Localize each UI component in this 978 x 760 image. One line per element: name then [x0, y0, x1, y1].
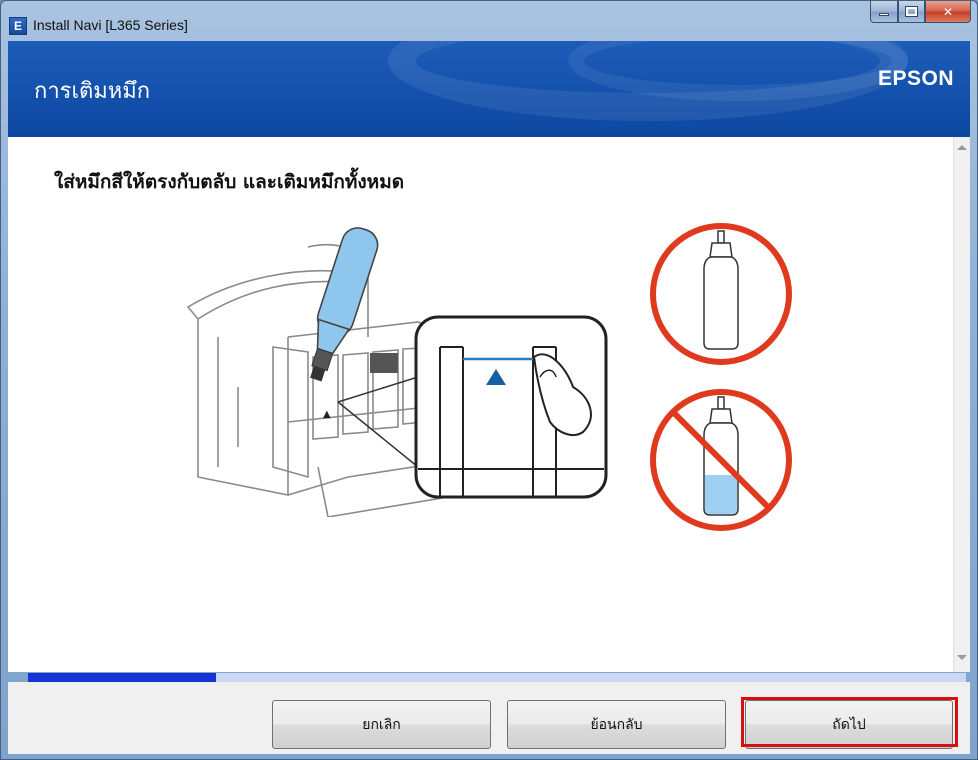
main-content: ใส่หมึกสีให้ตรงกับตลับ และเติมหมึกทั้งหม…	[8, 137, 970, 672]
installer-window: E Install Navi [L365 Series] ✕ การเติมหม…	[0, 0, 978, 760]
instruction-text: ใส่หมึกสีให้ตรงกับตลับ และเติมหมึกทั้งหม…	[54, 171, 405, 193]
correct-full-bottle-icon	[650, 223, 792, 365]
window-controls: ✕	[870, 1, 971, 23]
back-button[interactable]: ย้อนกลับ	[507, 700, 726, 749]
maximize-button[interactable]	[898, 1, 925, 23]
vertical-scrollbar[interactable]	[953, 137, 970, 672]
scroll-up-arrow-icon[interactable]	[957, 145, 967, 150]
close-icon: ✕	[942, 4, 954, 19]
ink-refill-illustration: ▲	[186, 227, 608, 517]
maximize-icon	[905, 6, 918, 17]
minimize-button[interactable]	[870, 1, 898, 23]
minimize-icon	[879, 13, 889, 16]
close-button[interactable]: ✕	[925, 1, 971, 23]
svg-text:▲: ▲	[323, 409, 331, 420]
window-title: Install Navi [L365 Series]	[33, 17, 188, 33]
progress-fill	[28, 673, 216, 682]
page-title: การเติมหมึก	[34, 79, 151, 104]
setup-progress-bar	[28, 673, 966, 682]
epson-app-icon: E	[9, 17, 27, 35]
scroll-down-arrow-icon[interactable]	[957, 655, 967, 660]
epson-logo: EPSON	[877, 67, 954, 90]
title-bar[interactable]: E Install Navi [L365 Series] ✕	[1, 1, 977, 41]
page-header: การเติมหมึก EPSON	[8, 41, 970, 137]
prohibited-partial-bottle-icon	[650, 389, 792, 531]
cancel-button[interactable]: ยกเลิก	[272, 700, 491, 749]
next-button-highlight	[741, 697, 958, 747]
